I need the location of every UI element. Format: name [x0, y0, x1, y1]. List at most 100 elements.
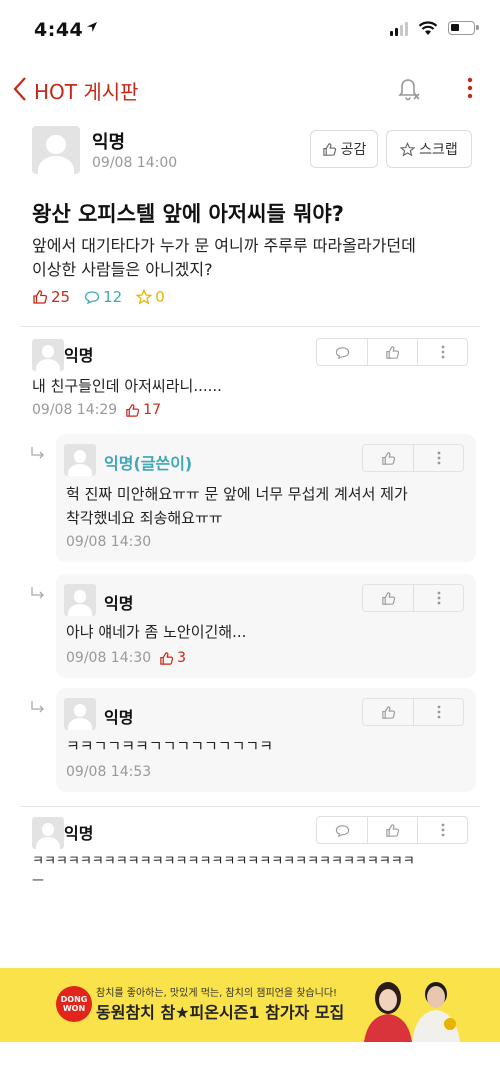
comment-bubble-icon: [335, 346, 349, 359]
wifi-icon: [418, 21, 438, 35]
comment-author: 익명: [64, 824, 94, 843]
post-time: 09/08 14:00: [92, 155, 178, 171]
post-title: 왕산 오피스텔 앞에 아저씨들 뭐야?: [32, 202, 344, 226]
thumbs-up-icon: [33, 290, 48, 304]
app-header: HOT 게시판: [0, 64, 500, 112]
comment-more-button[interactable]: [413, 699, 463, 725]
star-icon: [136, 289, 153, 305]
comment-count: 12: [84, 288, 122, 306]
battery-icon: [448, 21, 479, 35]
comment-bubble-icon: [84, 291, 100, 305]
reply-arrow-icon: [31, 447, 44, 459]
comment-more-button[interactable]: [413, 445, 463, 471]
comment-more-button[interactable]: [413, 585, 463, 611]
thumbs-up-icon: [386, 345, 400, 359]
comment-time: 09/08 14:29: [32, 402, 118, 418]
comment-author: 익명: [64, 346, 94, 365]
post: 익명 09/08 14:00 공감 스크랩 왕산 오피스텔 앞에 아저씨들 뭐야…: [32, 126, 472, 316]
comment-like-count: 3: [159, 650, 186, 666]
comment-like-button[interactable]: [363, 699, 413, 725]
thumbs-up-icon: [160, 651, 174, 665]
comment: 익명 ㅋㅋㅋㅋㅋㅋㅋㅋㅋㅋㅋㅋㅋㅋㅋㅋㅋㅋㅋㅋㅋㅋㅋㅋㅋㅋㅋㅋㅋㅋㅋㅋ ㅡ: [20, 814, 480, 904]
location-arrow-icon: [87, 22, 97, 32]
comment-text: 아냐 얘네가 좀 노안이긴해...: [66, 623, 247, 641]
back-arrow-icon[interactable]: [12, 76, 28, 102]
like-button[interactable]: 공감: [310, 130, 378, 168]
post-body: 앞에서 대기타다가 누가 문 여니까 주루루 따라올라가던데 이상한 사람들은 …: [32, 234, 472, 282]
ad-headline: 동원참치 참★피온시즌1 참가자 모집: [96, 1003, 345, 1022]
like-count-value: 25: [51, 288, 71, 306]
reply: 익명 아냐 얘네가 좀 노안이긴해... 09/08 14:30 3: [56, 574, 476, 678]
avatar: [64, 444, 96, 476]
avatar: [32, 126, 80, 174]
divider: [20, 326, 480, 327]
more-options-icon: [441, 345, 444, 359]
comment-like-button[interactable]: [363, 445, 413, 471]
comment-like-count: 17: [125, 402, 161, 418]
avatar: [64, 584, 96, 616]
comment-like-value: 17: [143, 402, 161, 418]
star-icon: [400, 141, 416, 156]
ad-logo: DONG WON: [56, 986, 92, 1022]
comment-like-value: 3: [177, 650, 187, 666]
post-author: 익명: [92, 132, 126, 153]
comment: 익명 내 친구들인데 아저씨라니...... 09/08 14:29 17: [20, 336, 480, 426]
more-options-icon[interactable]: [462, 74, 478, 102]
more-options-icon: [437, 705, 440, 719]
reply-button[interactable]: [317, 817, 367, 843]
reply: 익명(글쓴이) 헉 진짜 미안해요ㅠㅠ 문 앞에 너무 무섭게 계셔서 제가 착…: [56, 434, 476, 562]
more-options-icon: [437, 591, 440, 605]
thumbs-up-icon: [386, 823, 400, 837]
comment-like-button[interactable]: [367, 339, 417, 365]
avatar: [32, 817, 64, 849]
reply: 익명 ㅋㅋㄱㄱㅋㅋㄱㄱㄱㄱㄱㄱㄱㄱㅋ 09/08 14:53: [56, 688, 476, 792]
comment-actions: [362, 698, 464, 726]
comment-meta: 09/08 14:29 17: [32, 402, 161, 418]
ad-banner[interactable]: DONG WON 참치를 좋아하는, 맛있게 먹는, 참치의 챔피언을 찾습니다…: [0, 968, 500, 1042]
post-stats: 25 12 0: [32, 288, 165, 306]
comment-more-button[interactable]: [417, 817, 467, 843]
more-options-icon: [437, 451, 440, 465]
comment-bubble-icon: [335, 824, 349, 837]
comment-actions: [316, 816, 468, 844]
comment-actions: [316, 338, 468, 366]
divider: [20, 806, 480, 807]
scrap-button[interactable]: 스크랩: [386, 130, 472, 168]
ad-people-image: [364, 982, 460, 1042]
comment-like-button[interactable]: [363, 585, 413, 611]
reply-arrow-icon: [31, 701, 44, 713]
scrap-count: 0: [136, 288, 165, 306]
like-count: 25: [32, 288, 70, 306]
comment-actions: [362, 444, 464, 472]
post-body-line: 이상한 사람들은 아니겠지?: [32, 260, 213, 279]
comment-text-line: ㅡ: [32, 874, 44, 889]
comment-meta: 09/08 14:30: [66, 534, 151, 550]
reply-button[interactable]: [317, 339, 367, 365]
notification-off-bell-icon[interactable]: [394, 74, 422, 102]
comment-meta: 09/08 14:30 3: [66, 650, 186, 666]
status-time: 4:44: [34, 19, 84, 41]
thumbs-up-icon: [381, 451, 395, 465]
comment-author: 익명: [104, 594, 134, 613]
cellular-signal-icon: [390, 22, 408, 36]
post-body-line: 앞에서 대기타다가 누가 문 여니까 주루루 따라올라가던데: [32, 236, 416, 255]
thumbs-up-icon: [381, 591, 395, 605]
ad-tagline: 참치를 좋아하는, 맛있게 먹는, 참치의 챔피언을 찾습니다!: [96, 988, 338, 999]
comment-text-line: 헉 진짜 미안해요ㅠㅠ 문 앞에 너무 무섭게 계셔서 제가: [66, 485, 408, 503]
more-options-icon: [441, 823, 444, 837]
thumbs-up-icon: [126, 403, 140, 417]
comment-author: 익명(글쓴이): [104, 454, 193, 473]
scrap-count-value: 0: [155, 288, 165, 306]
board-title: HOT 게시판: [34, 80, 139, 104]
thumbs-up-icon: [322, 142, 336, 156]
comment-text: 내 친구들인데 아저씨라니......: [32, 377, 222, 395]
comment-meta: 09/08 14:53: [66, 764, 151, 780]
comment-text-line: ㅋㅋㅋㅋㅋㅋㅋㅋㅋㅋㅋㅋㅋㅋㅋㅋㅋㅋㅋㅋㅋㅋㅋㅋㅋㅋㅋㅋㅋㅋㅋㅋ: [32, 854, 415, 869]
like-button-label: 공감: [340, 142, 367, 158]
avatar: [32, 339, 64, 371]
reply-arrow-icon: [31, 587, 44, 599]
comment-count-value: 12: [103, 288, 123, 306]
comment-like-button[interactable]: [367, 817, 417, 843]
comment-more-button[interactable]: [417, 339, 467, 365]
status-bar: 4:44: [0, 0, 500, 56]
